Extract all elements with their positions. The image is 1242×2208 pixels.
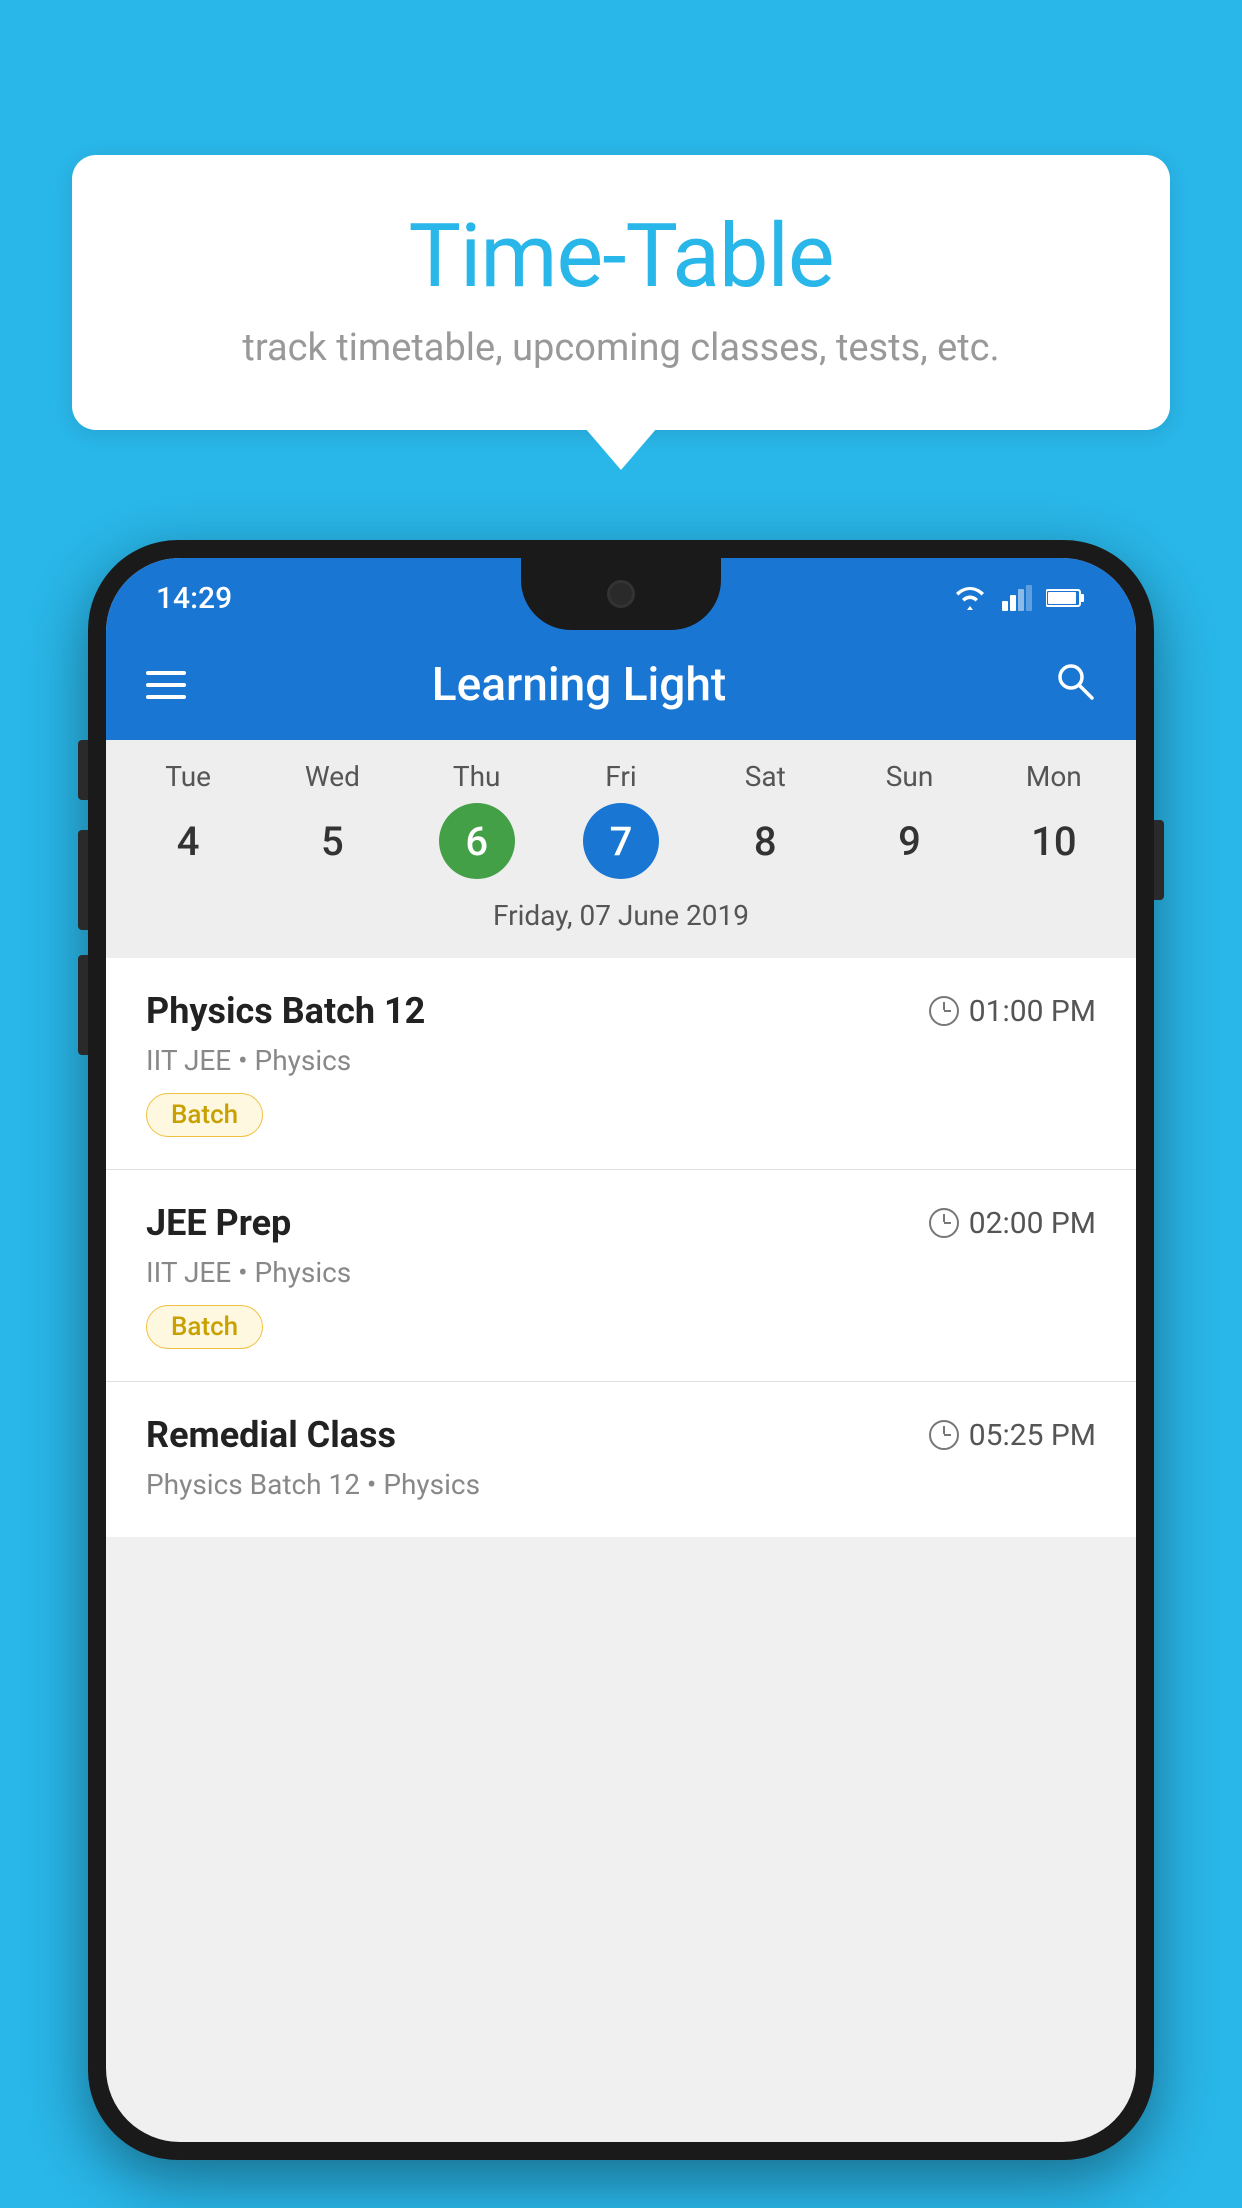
day-col-thu[interactable]: Thu 6 (412, 760, 542, 879)
status-icons (952, 584, 1086, 612)
schedule-title-3: Remedial Class (146, 1414, 396, 1456)
phone-screen: 14:29 (106, 558, 1136, 2142)
day-col-fri[interactable]: Fri 7 (556, 760, 686, 879)
schedule-time-3: 05:25 PM (929, 1418, 1096, 1453)
signal-icon (1002, 585, 1032, 611)
day-label-sun: Sun (886, 760, 934, 793)
day-label-fri: Fri (605, 760, 636, 793)
day-label-mon: Mon (1026, 760, 1082, 793)
day-col-sat[interactable]: Sat 8 (700, 760, 830, 879)
day-num-thu: 6 (439, 803, 515, 879)
schedule-item-1[interactable]: Physics Batch 12 01:00 PM IIT JEE • Phys… (106, 958, 1136, 1170)
day-num-tue: 4 (150, 803, 226, 879)
schedule-item-header-3: Remedial Class 05:25 PM (146, 1414, 1096, 1456)
day-col-mon[interactable]: Mon 10 (989, 760, 1119, 879)
schedule-time-text-3: 05:25 PM (969, 1418, 1096, 1453)
phone-button-left-1 (78, 740, 88, 800)
schedule-time-2: 02:00 PM (929, 1206, 1096, 1241)
phone-button-left-2 (78, 830, 88, 930)
schedule-title-2: JEE Prep (146, 1202, 291, 1244)
days-row: Tue 4 Wed 5 Thu 6 Fri (116, 760, 1126, 879)
schedule-title-1: Physics Batch 12 (146, 990, 425, 1032)
day-num-sun: 9 (872, 803, 948, 879)
phone-camera (607, 580, 635, 608)
schedule-subtitle-2: IIT JEE • Physics (146, 1256, 1096, 1289)
day-label-tue: Tue (165, 760, 211, 793)
day-num-wed: 5 (294, 803, 370, 879)
batch-badge-2: Batch (146, 1305, 263, 1349)
batch-badge-1: Batch (146, 1093, 263, 1137)
schedule-time-text-1: 01:00 PM (969, 994, 1096, 1029)
battery-icon (1046, 588, 1086, 608)
schedule-item-header-2: JEE Prep 02:00 PM (146, 1202, 1096, 1244)
status-time: 14:29 (156, 581, 232, 616)
selected-date: Friday, 07 June 2019 (116, 889, 1126, 948)
schedule-list: Physics Batch 12 01:00 PM IIT JEE • Phys… (106, 958, 1136, 1537)
phone-notch (521, 558, 721, 630)
calendar-strip: Tue 4 Wed 5 Thu 6 Fri (106, 740, 1136, 958)
phone-button-left-3 (78, 955, 88, 1055)
tooltip-card: Time-Table track timetable, upcoming cla… (72, 155, 1170, 430)
day-label-sat: Sat (745, 760, 786, 793)
schedule-time-text-2: 02:00 PM (969, 1206, 1096, 1241)
day-num-mon: 10 (1016, 803, 1092, 879)
schedule-subtitle-3: Physics Batch 12 • Physics (146, 1468, 1096, 1501)
schedule-item-3[interactable]: Remedial Class 05:25 PM Physics Batch 12… (106, 1382, 1136, 1537)
schedule-item-header-1: Physics Batch 12 01:00 PM (146, 990, 1096, 1032)
phone-outer: 14:29 (88, 540, 1154, 2160)
search-button[interactable] (1052, 658, 1096, 713)
clock-icon-2 (929, 1208, 959, 1238)
tooltip-title: Time-Table (132, 205, 1110, 308)
day-label-thu: Thu (453, 760, 501, 793)
schedule-time-1: 01:00 PM (929, 994, 1096, 1029)
wifi-icon (952, 584, 988, 612)
day-col-sun[interactable]: Sun 9 (845, 760, 975, 879)
schedule-subtitle-1: IIT JEE • Physics (146, 1044, 1096, 1077)
day-col-tue[interactable]: Tue 4 (123, 760, 253, 879)
phone-mockup: 14:29 (88, 540, 1154, 2208)
clock-icon-3 (929, 1420, 959, 1450)
app-bar: Learning Light (106, 630, 1136, 740)
day-label-wed: Wed (305, 760, 360, 793)
phone-button-right (1154, 820, 1164, 900)
app-title: Learning Light (146, 658, 1012, 712)
day-num-sat: 8 (727, 803, 803, 879)
day-col-wed[interactable]: Wed 5 (267, 760, 397, 879)
tooltip-subtitle: track timetable, upcoming classes, tests… (132, 326, 1110, 370)
schedule-item-2[interactable]: JEE Prep 02:00 PM IIT JEE • Physics Batc… (106, 1170, 1136, 1382)
clock-icon-1 (929, 996, 959, 1026)
day-num-fri: 7 (583, 803, 659, 879)
